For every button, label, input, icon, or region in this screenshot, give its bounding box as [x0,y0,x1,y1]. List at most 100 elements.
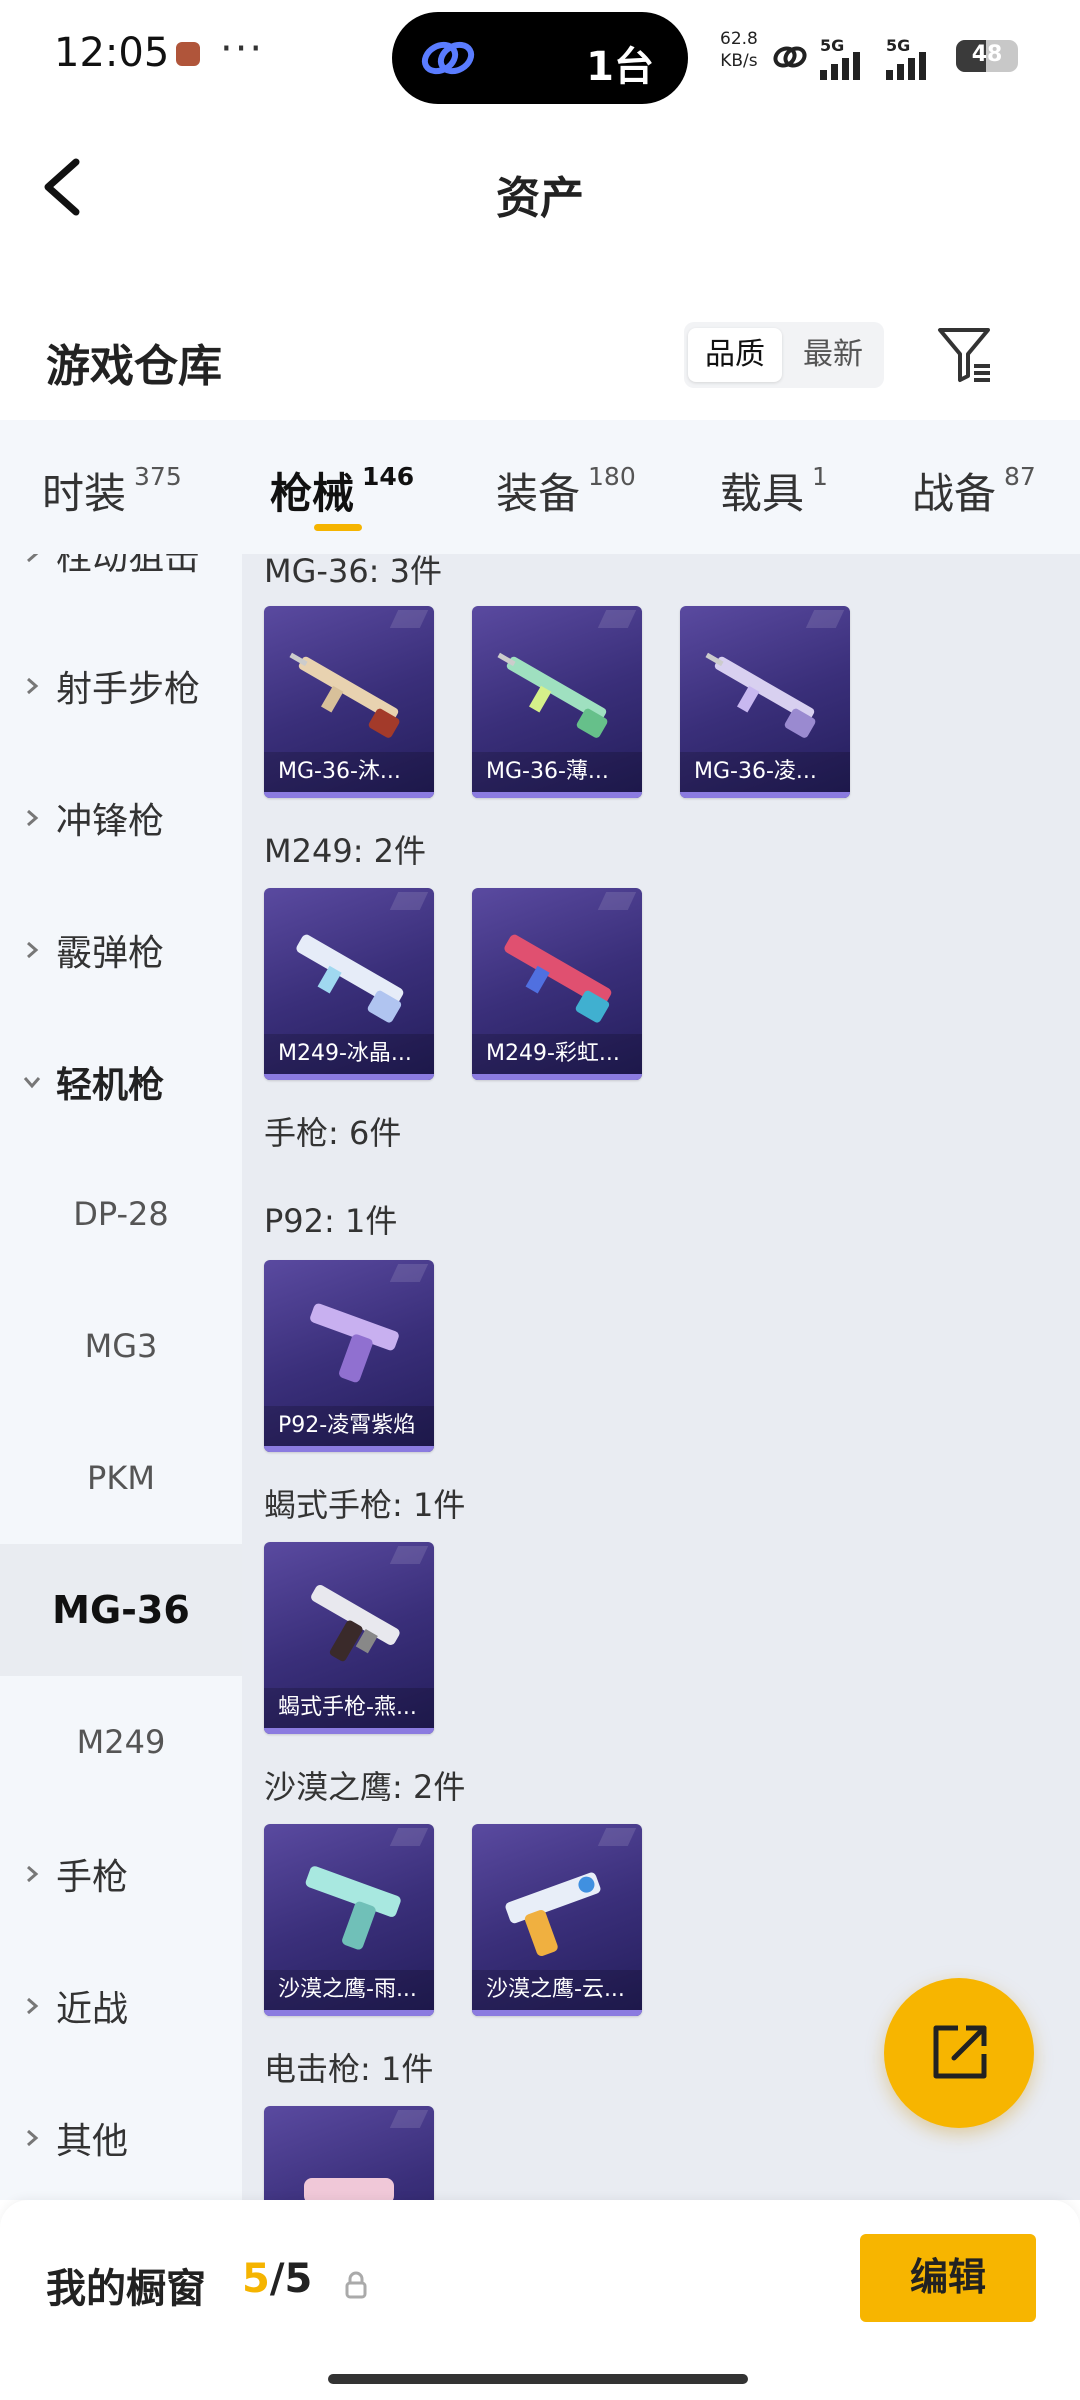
tab-count: 375 [134,462,182,491]
hotspot-link-icon [773,46,807,68]
tab-count: 1 [812,462,828,491]
chevron-right-icon [27,941,39,959]
tab-count: 87 [1004,462,1036,491]
sidebar-item-label: 其他 [56,2121,129,2162]
pistol-skin-art [311,1585,400,1662]
sidebar-item-lmg[interactable]: 轻机枪 [0,1016,242,1148]
weapon-category-list: 栓动狙击 射手步枪 冲锋枪 霰弹枪 轻机枪 DP-28 MG3 PKM MG-3… [0,554,242,2200]
sim1-signal-icon [820,50,860,80]
sidebar-subitem-mg36[interactable]: MG-36 [0,1544,242,1676]
group-title-m249: M249: 2件 [264,832,427,870]
group-title-stungun: 电击枪: 1件 [264,2050,434,2088]
skin-card[interactable]: MG-36-沐... [264,606,434,798]
clock: 12:05 [54,30,170,76]
card-decoration [389,1264,429,1282]
tab-guns[interactable]: 枪械 146 [270,460,414,521]
skin-card[interactable]: 沙漠之鹰-云... [472,1824,642,2016]
tab-count: 146 [362,462,415,491]
showcase-count: 5/5 [242,2256,312,2302]
card-decoration [389,1828,429,1846]
chevron-right-icon [27,1997,39,2015]
group-title-mg36: MG-36: 3件 [264,554,442,590]
home-indicator[interactable] [328,2374,748,2384]
tab-label: 时装 [42,469,127,518]
skin-card[interactable]: 蝎式手枪-燕... [264,1542,434,1734]
chevron-down-icon [23,1077,41,1089]
skin-card-label: 蝎式手枪-燕... [264,1688,434,1728]
sim2-signal-icon [886,50,926,80]
skin-card[interactable]: P92-凌霄紫焰 [264,1260,434,1452]
warehouse-header: 游戏仓库 品质 最新 [0,300,1080,420]
filter-icon[interactable] [934,322,994,388]
sidebar-item-other[interactable]: 其他 [0,2072,242,2200]
skin-card-label: M249-冰晶... [264,1034,434,1074]
skin-card[interactable]: MG-36-薄... [472,606,642,798]
sidebar-item-shotgun[interactable]: 霰弹枪 [0,884,242,1016]
card-decoration [389,1546,429,1564]
skin-card-label: 沙漠之鹰-云... [472,1970,642,2010]
tab-label: 战备 [912,469,997,518]
showcase-label: 我的橱窗 [46,2266,206,2312]
sidebar-item-label: 手枪 [56,1857,129,1898]
sidebar-item-smg[interactable]: 冲锋枪 [0,752,242,884]
skin-card[interactable]: M249-冰晶... [264,888,434,1080]
card-decoration [597,610,637,628]
sidebar-item-label: 射手步枪 [56,669,201,710]
lock-icon [345,2271,367,2299]
tab-fashion[interactable]: 时装 375 [42,460,182,521]
sidebar-subitem-pkm[interactable]: PKM [0,1412,242,1544]
sort-toggle: 品质 最新 [684,322,884,388]
card-decoration [389,2110,429,2128]
tab-vehicles[interactable]: 载具 1 [720,460,828,521]
skin-card[interactable]: MG-36-凌... [680,606,850,798]
sidebar-item-label: 霰弹枪 [56,933,165,974]
tab-supplies[interactable]: 战备 87 [912,460,1036,521]
skin-card[interactable]: 沙漠之鹰-雨... [264,1824,434,2016]
showcase-count-total: 5 [284,2256,313,2302]
network-speed-unit: KB/s [720,51,758,71]
category-tabs: 时装 375 枪械 146 装备 180 载具 1 战备 87 [0,420,1080,554]
sort-quality-button[interactable]: 品质 [688,328,782,382]
chevron-right-icon [27,1865,39,1883]
card-decoration [597,892,637,910]
section-title: 游戏仓库 [46,341,222,392]
sidebar-subitem-dp28[interactable]: DP-28 [0,1148,242,1280]
skin-card[interactable]: M249-彩虹... [472,888,642,1080]
sidebar-subitem-m249[interactable]: M249 [0,1676,242,1808]
tab-equipment[interactable]: 装备 180 [496,460,636,521]
app-header: 资产 [0,110,1080,270]
sidebar-item-label: 近战 [56,1989,129,2030]
sidebar-item-bolt-sniper[interactable]: 栓动狙击 [0,554,242,620]
rifle-skin-art [289,652,400,738]
group-title-pistol: 手枪: 6件 [264,1114,402,1152]
card-decoration [597,1828,637,1846]
pistol-skin-art [505,1872,601,1957]
tab-label: 枪械 [270,469,355,518]
share-button[interactable] [884,1978,1034,2128]
sidebar-item-pistol[interactable]: 手枪 [0,1808,242,1940]
app-notification-icon [176,42,200,66]
chevron-right-icon [27,677,39,695]
sidebar-item-label: 栓动狙击 [56,554,201,578]
group-title-deagle: 沙漠之鹰: 2件 [264,1768,466,1806]
skin-card-label: M249-彩虹... [472,1034,642,1074]
sidebar-item-marksman-rifle[interactable]: 射手步枪 [0,620,242,752]
pistol-skin-art [310,1303,399,1383]
edit-button[interactable]: 编辑 [860,2234,1036,2322]
sidebar-subitem-mg3[interactable]: MG3 [0,1280,242,1412]
link-icon [421,41,475,75]
status-bar: 12:05 ··· 1台 62.8 KB/s 5G 5G 48 [0,0,1080,110]
dynamic-island[interactable]: 1台 [392,12,688,104]
card-decoration [389,610,429,628]
active-tab-indicator [314,524,362,531]
skin-card-label: MG-36-薄... [472,752,642,792]
sort-newest-button[interactable]: 最新 [786,328,880,382]
sidebar-item-melee[interactable]: 近战 [0,1940,242,2072]
skin-card[interactable] [264,2106,434,2200]
more-notifications-icon: ··· [220,26,265,72]
weapon-skin-grid: MG-36: 3件 MG-36-沐... MG-36-薄... MG-36-凌.… [242,554,1080,2200]
page-title: 资产 [496,173,584,224]
battery-level: 48 [971,42,1003,67]
group-title-scorpion: 蝎式手枪: 1件 [264,1486,466,1524]
share-icon [933,2025,987,2079]
